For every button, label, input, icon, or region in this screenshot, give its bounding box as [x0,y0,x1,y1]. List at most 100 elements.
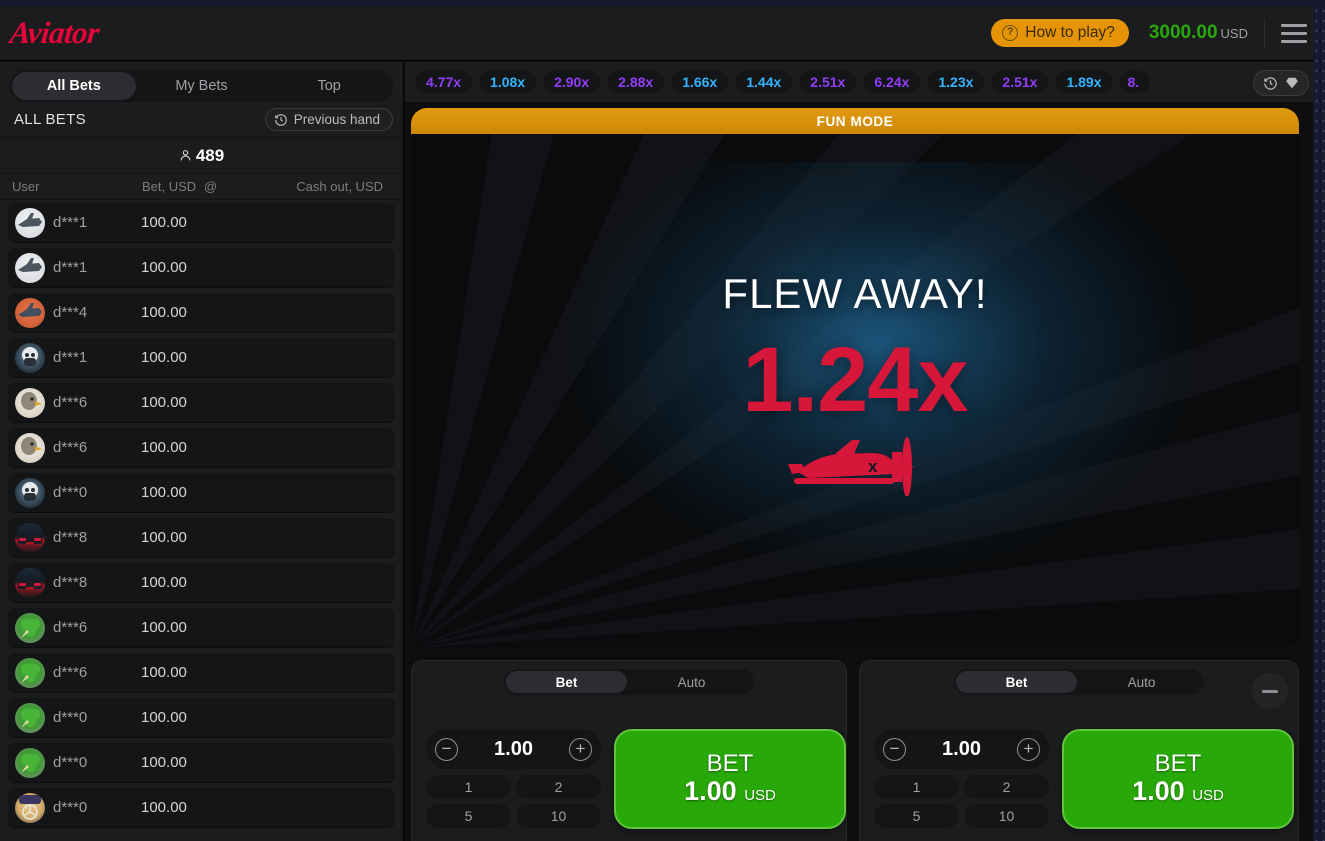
quick-amount-button[interactable]: 10 [516,804,601,828]
bet-button-currency: USD [1192,787,1224,805]
avatar [15,612,45,643]
table-row[interactable]: d***0 100.00 [8,473,395,513]
avatar [15,297,45,328]
bet-user-name: d***6 [53,394,88,411]
quick-amount-buttons: 1 2 5 10 [874,775,1049,828]
bet-amount-input[interactable]: 1.00 [942,738,981,761]
bet-mode-tab-bet[interactable]: Bet [956,671,1077,693]
table-row[interactable]: d***6 100.00 [8,383,395,423]
column-user: User [12,179,40,194]
bet-amount: 100.00 [141,754,187,771]
svg-text:x: x [868,457,878,476]
bet-user-name: d***0 [53,754,88,771]
column-cashout: Cash out, USD [296,179,383,194]
history-multiplier-chip[interactable]: 8. [1119,71,1150,93]
table-row[interactable]: d***1 100.00 [8,248,395,288]
table-row[interactable]: d***1 100.00 [8,338,395,378]
quick-amount-button[interactable]: 2 [516,775,601,799]
minus-circle-icon[interactable]: − [435,737,458,761]
avatar [15,702,45,733]
table-row[interactable]: d***0 100.00 [8,743,395,783]
bets-table-header: User Bet, USD @ Cash out, USD [0,174,403,200]
table-row[interactable]: d***6 100.00 [8,608,395,648]
plus-circle-icon[interactable]: + [569,737,592,761]
history-multiplier-chip[interactable]: 1.66x [671,71,729,93]
bet-button-currency: USD [744,787,776,805]
bet-panel-right: Bet Auto −1.00 +1 2 5 10 BET 1.00 USD [859,660,1299,841]
history-toggle-button[interactable] [1253,70,1309,96]
bet-mode-tabs: Bet Auto [504,669,754,695]
table-row[interactable]: d***4 100.00 [8,293,395,333]
avatar [15,567,45,598]
plus-circle-icon[interactable]: + [1017,737,1040,761]
table-row[interactable]: d***1 100.00 [8,203,395,243]
history-clock-icon [274,113,287,126]
history-multiplier-chip[interactable]: 1.08x [479,71,537,93]
history-multiplier-chip[interactable]: 2.90x [543,71,601,93]
collapse-panel-button[interactable] [1252,673,1288,709]
quick-amount-buttons: 1 2 5 10 [426,775,601,828]
quantity-stepper: − 1.00 + [426,729,601,769]
avatar [15,522,45,553]
bet-amount-input[interactable]: 1.00 [494,738,533,761]
avatar [15,252,45,283]
table-row[interactable]: d***0 100.00 [8,698,395,738]
quick-amount-button[interactable]: 5 [426,804,511,828]
quick-amount-button[interactable]: 5 [874,804,959,828]
table-row[interactable]: d***0 100.00 [8,788,395,828]
table-row[interactable]: d***6 100.00 [8,653,395,693]
bet-mode-tab-auto[interactable]: Auto [1081,671,1202,693]
table-row[interactable]: d***8 100.00 [8,563,395,603]
aviator-logo: Aviator [8,15,101,50]
bet-user-name: d***8 [53,529,88,546]
aviator-game-app: Aviator ? How to play? 3000.00 USD All Be… [0,0,1325,841]
crash-multiplier: 1.24x [742,328,968,431]
how-to-play-button[interactable]: ? How to play? [991,19,1129,47]
history-multiplier-chip[interactable]: 2.51x [991,71,1049,93]
avatar [15,207,45,238]
bet-user-name: d***6 [53,439,88,456]
history-multiplier-chip[interactable]: 1.44x [735,71,793,93]
online-players-counter: 489 [0,138,403,174]
history-multiplier-chip[interactable]: 1.89x [1055,71,1113,93]
bets-list[interactable]: d***1 100.00 d***1 100.00 d***4 100.00 d***1 10… [0,200,403,841]
history-multiplier-chip[interactable]: 6.24x [863,71,921,93]
sidebar-tab-all-bets[interactable]: All Bets [12,72,136,100]
place-bet-button[interactable]: BET 1.00 USD [1062,729,1294,829]
bet-amount: 100.00 [141,214,187,231]
history-multiplier-chip[interactable]: 2.51x [799,71,857,93]
history-multiplier-chip[interactable]: 4.77x [415,71,473,93]
quick-amount-button[interactable]: 2 [964,775,1049,799]
avatar [15,387,45,418]
avatar [15,792,45,823]
column-bet: Bet, USD [142,179,197,194]
place-bet-button[interactable]: BET 1.00 USD [614,729,846,829]
previous-hand-label: Previous hand [293,112,380,127]
bet-amount: 100.00 [141,529,187,546]
sidebar-tab-top[interactable]: Top [267,72,391,100]
quick-amount-button[interactable]: 10 [964,804,1049,828]
bet-controls-row: −1.00 +1 2 5 10 BET 1.00 USD [426,729,846,829]
bet-user-name: d***0 [53,709,88,726]
bet-user-name: d***6 [53,664,88,681]
table-row[interactable]: d***6 100.00 [8,428,395,468]
bet-amount: 100.00 [141,709,187,726]
history-multiplier-chip[interactable]: 1.23x [927,71,985,93]
balance-currency: USD [1220,26,1248,41]
bet-mode-tab-auto[interactable]: Auto [631,671,752,693]
previous-hand-button[interactable]: Previous hand [264,108,393,131]
minus-circle-icon[interactable]: − [883,737,906,761]
multiplier-history-bar: 4.77x 1.08x 2.90x 2.88x 1.66x 1.44x 2.51x 6.24x… [405,62,1325,102]
balance-display: 3000.00 USD [1149,22,1248,44]
bet-user-name: d***0 [53,484,88,501]
bet-amount: 100.00 [141,574,187,591]
hamburger-menu-icon[interactable] [1281,23,1307,43]
table-row[interactable]: d***8 100.00 [8,518,395,558]
bet-mode-tab-bet[interactable]: Bet [506,671,627,693]
quick-amount-button[interactable]: 1 [426,775,511,799]
game-result-area: FLEW AWAY! 1.24x x [411,108,1299,648]
quick-amount-button[interactable]: 1 [874,775,959,799]
history-chips: 4.77x 1.08x 2.90x 2.88x 1.66x 1.44x 2.51x 6.24x… [415,71,1157,93]
sidebar-tab-my-bets[interactable]: My Bets [140,72,264,100]
history-multiplier-chip[interactable]: 2.88x [607,71,665,93]
